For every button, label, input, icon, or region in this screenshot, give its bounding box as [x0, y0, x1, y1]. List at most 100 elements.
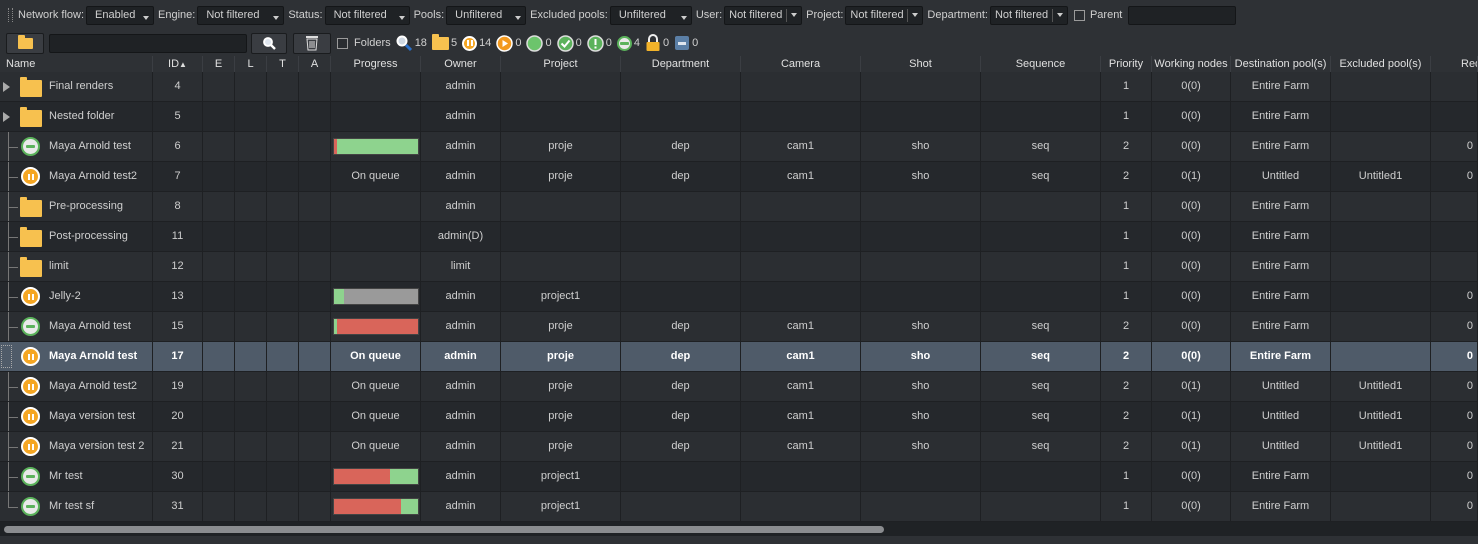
- horizontal-scrollbar[interactable]: [0, 522, 1478, 536]
- cell-progress: [331, 102, 421, 131]
- table-row[interactable]: Post-processing 11 admin(D) 1 0(0) Entire Far…: [0, 222, 1478, 252]
- running-count: 4: [633, 37, 640, 49]
- folder-icon: [20, 257, 42, 277]
- cell-shot: sho: [861, 342, 981, 371]
- cell-progress: [331, 222, 421, 251]
- table-row[interactable]: Nested folder 5 admin 1 0(0) Entire Farm: [0, 102, 1478, 132]
- cell-l: [235, 162, 267, 191]
- pause-bars: [27, 383, 34, 390]
- table-row[interactable]: Maya version test 20 On queue admin proje dep…: [0, 402, 1478, 432]
- warning-filter-icon[interactable]: [586, 34, 604, 52]
- col-excluded-pools[interactable]: Excluded pool(s): [1331, 56, 1431, 72]
- col-priority[interactable]: Priority: [1101, 56, 1152, 72]
- table-row[interactable]: Mr test sf 31 admin project1 1 0(0) Entire Far…: [0, 492, 1478, 522]
- engine-select[interactable]: Not filtered: [197, 5, 285, 25]
- parent-input[interactable]: [1128, 5, 1237, 25]
- cell-department: dep: [621, 132, 741, 161]
- cell-project: proje: [501, 312, 621, 341]
- paused-count: 14: [479, 37, 492, 49]
- project-select[interactable]: Not filtered: [845, 5, 924, 25]
- delete-button[interactable]: [293, 32, 331, 54]
- cell-e: [203, 72, 235, 101]
- cell-sequence: seq: [981, 132, 1101, 161]
- new-folder-button[interactable]: [6, 32, 44, 54]
- network-flow-select[interactable]: Enabled: [86, 5, 155, 25]
- table-row[interactable]: Maya Arnold test 6 admin proje dep cam1 sho seq…: [0, 132, 1478, 162]
- table-row[interactable]: limit 12 limit 1 0(0) Entire Farm: [0, 252, 1478, 282]
- cell-id: 11: [153, 222, 203, 251]
- green-status-icon[interactable]: [526, 34, 544, 52]
- status-select[interactable]: Not filtered: [324, 5, 410, 25]
- cell-shot: sho: [861, 312, 981, 341]
- col-progress[interactable]: Progress: [331, 56, 421, 72]
- cell-owner: admin: [421, 312, 501, 341]
- parent-checkbox[interactable]: [1073, 9, 1085, 21]
- col-working-nodes[interactable]: Working nodes: [1152, 56, 1231, 72]
- col-a[interactable]: A: [299, 56, 331, 72]
- col-department[interactable]: Department: [621, 56, 741, 72]
- cell-shot: [861, 282, 981, 311]
- job-name: limit: [49, 260, 69, 272]
- cell-priority: 2: [1101, 402, 1152, 431]
- col-owner[interactable]: Owner: [421, 56, 501, 72]
- running-filter-icon[interactable]: [616, 35, 632, 51]
- col-l[interactable]: L: [235, 56, 267, 72]
- folders-checkbox[interactable]: [337, 37, 348, 49]
- cell-camera: [741, 492, 861, 521]
- cell-requ: [1431, 252, 1478, 281]
- lock-filter-icon[interactable]: [645, 34, 661, 52]
- disk-filter-icon[interactable]: [674, 35, 690, 51]
- col-shot[interactable]: Shot: [861, 56, 981, 72]
- cell-dest-pools: Entire Farm: [1231, 462, 1331, 491]
- scrollbar-thumb[interactable]: [4, 526, 884, 533]
- cell-priority: 1: [1101, 192, 1152, 221]
- cell-requ: [1431, 72, 1478, 101]
- cell-t: [267, 222, 299, 251]
- table-row[interactable]: Maya Arnold test2 7 On queue admin proje dep c…: [0, 162, 1478, 192]
- search-filter-icon[interactable]: [395, 34, 413, 52]
- cell-working-nodes: 0(0): [1152, 72, 1231, 101]
- progress-fill: [390, 469, 418, 484]
- paused-filter-icon[interactable]: [462, 35, 478, 51]
- col-project[interactable]: Project: [501, 56, 621, 72]
- cell-e: [203, 252, 235, 281]
- cell-department: [621, 462, 741, 491]
- excluded-pools-select[interactable]: Unfiltered: [609, 5, 692, 25]
- col-camera[interactable]: Camera: [741, 56, 861, 72]
- col-requirements[interactable]: Requ: [1431, 56, 1478, 72]
- table-row[interactable]: Maya Arnold test2 19 On queue admin proje dep…: [0, 372, 1478, 402]
- search-button[interactable]: [251, 32, 287, 54]
- col-t[interactable]: T: [267, 56, 299, 72]
- col-destination-pools[interactable]: Destination pool(s): [1231, 56, 1331, 72]
- table-row[interactable]: Maya version test 2 21 On queue admin proje d…: [0, 432, 1478, 462]
- col-name[interactable]: Name: [0, 56, 153, 72]
- table-row[interactable]: Maya Arnold test 17 On queue admin proje dep c…: [0, 342, 1478, 372]
- cell-id: 20: [153, 402, 203, 431]
- department-select[interactable]: Not filtered: [989, 5, 1068, 25]
- cell-shot: [861, 462, 981, 491]
- job-name-cell: Mr test sf: [0, 492, 153, 521]
- table-row[interactable]: Pre-processing 8 admin 1 0(0) Entire Farm: [0, 192, 1478, 222]
- folder-filter-icon[interactable]: [431, 33, 449, 50]
- expand-arrow-icon[interactable]: [3, 112, 10, 122]
- table-row[interactable]: Maya Arnold test 15 admin proje dep cam1 sho se…: [0, 312, 1478, 342]
- check-filter-icon[interactable]: [556, 34, 574, 52]
- cell-e: [203, 102, 235, 131]
- pools-select[interactable]: Unfiltered: [446, 5, 527, 25]
- col-e[interactable]: E: [203, 56, 235, 72]
- search-input[interactable]: [49, 33, 247, 53]
- cell-owner: admin: [421, 72, 501, 101]
- table-row[interactable]: Mr test 30 admin project1 1 0(0) Entire Farm 0: [0, 462, 1478, 492]
- user-select[interactable]: Not filtered: [724, 5, 803, 25]
- toolbar-grip[interactable]: [8, 8, 13, 22]
- cell-e: [203, 432, 235, 461]
- cell-dest-pools: Entire Farm: [1231, 222, 1331, 251]
- cell-owner: admin: [421, 342, 501, 371]
- col-sequence[interactable]: Sequence: [981, 56, 1101, 72]
- col-id[interactable]: ID▲: [153, 56, 203, 72]
- table-row[interactable]: Final renders 4 admin 1 0(0) Entire Farm: [0, 72, 1478, 102]
- table-row[interactable]: Jelly-2 13 admin project1 1 0(0) Entire Farm 0: [0, 282, 1478, 312]
- cell-excl-pools: Untitled1: [1331, 162, 1431, 191]
- play-filter-icon[interactable]: [496, 34, 514, 52]
- expand-arrow-icon[interactable]: [3, 82, 10, 92]
